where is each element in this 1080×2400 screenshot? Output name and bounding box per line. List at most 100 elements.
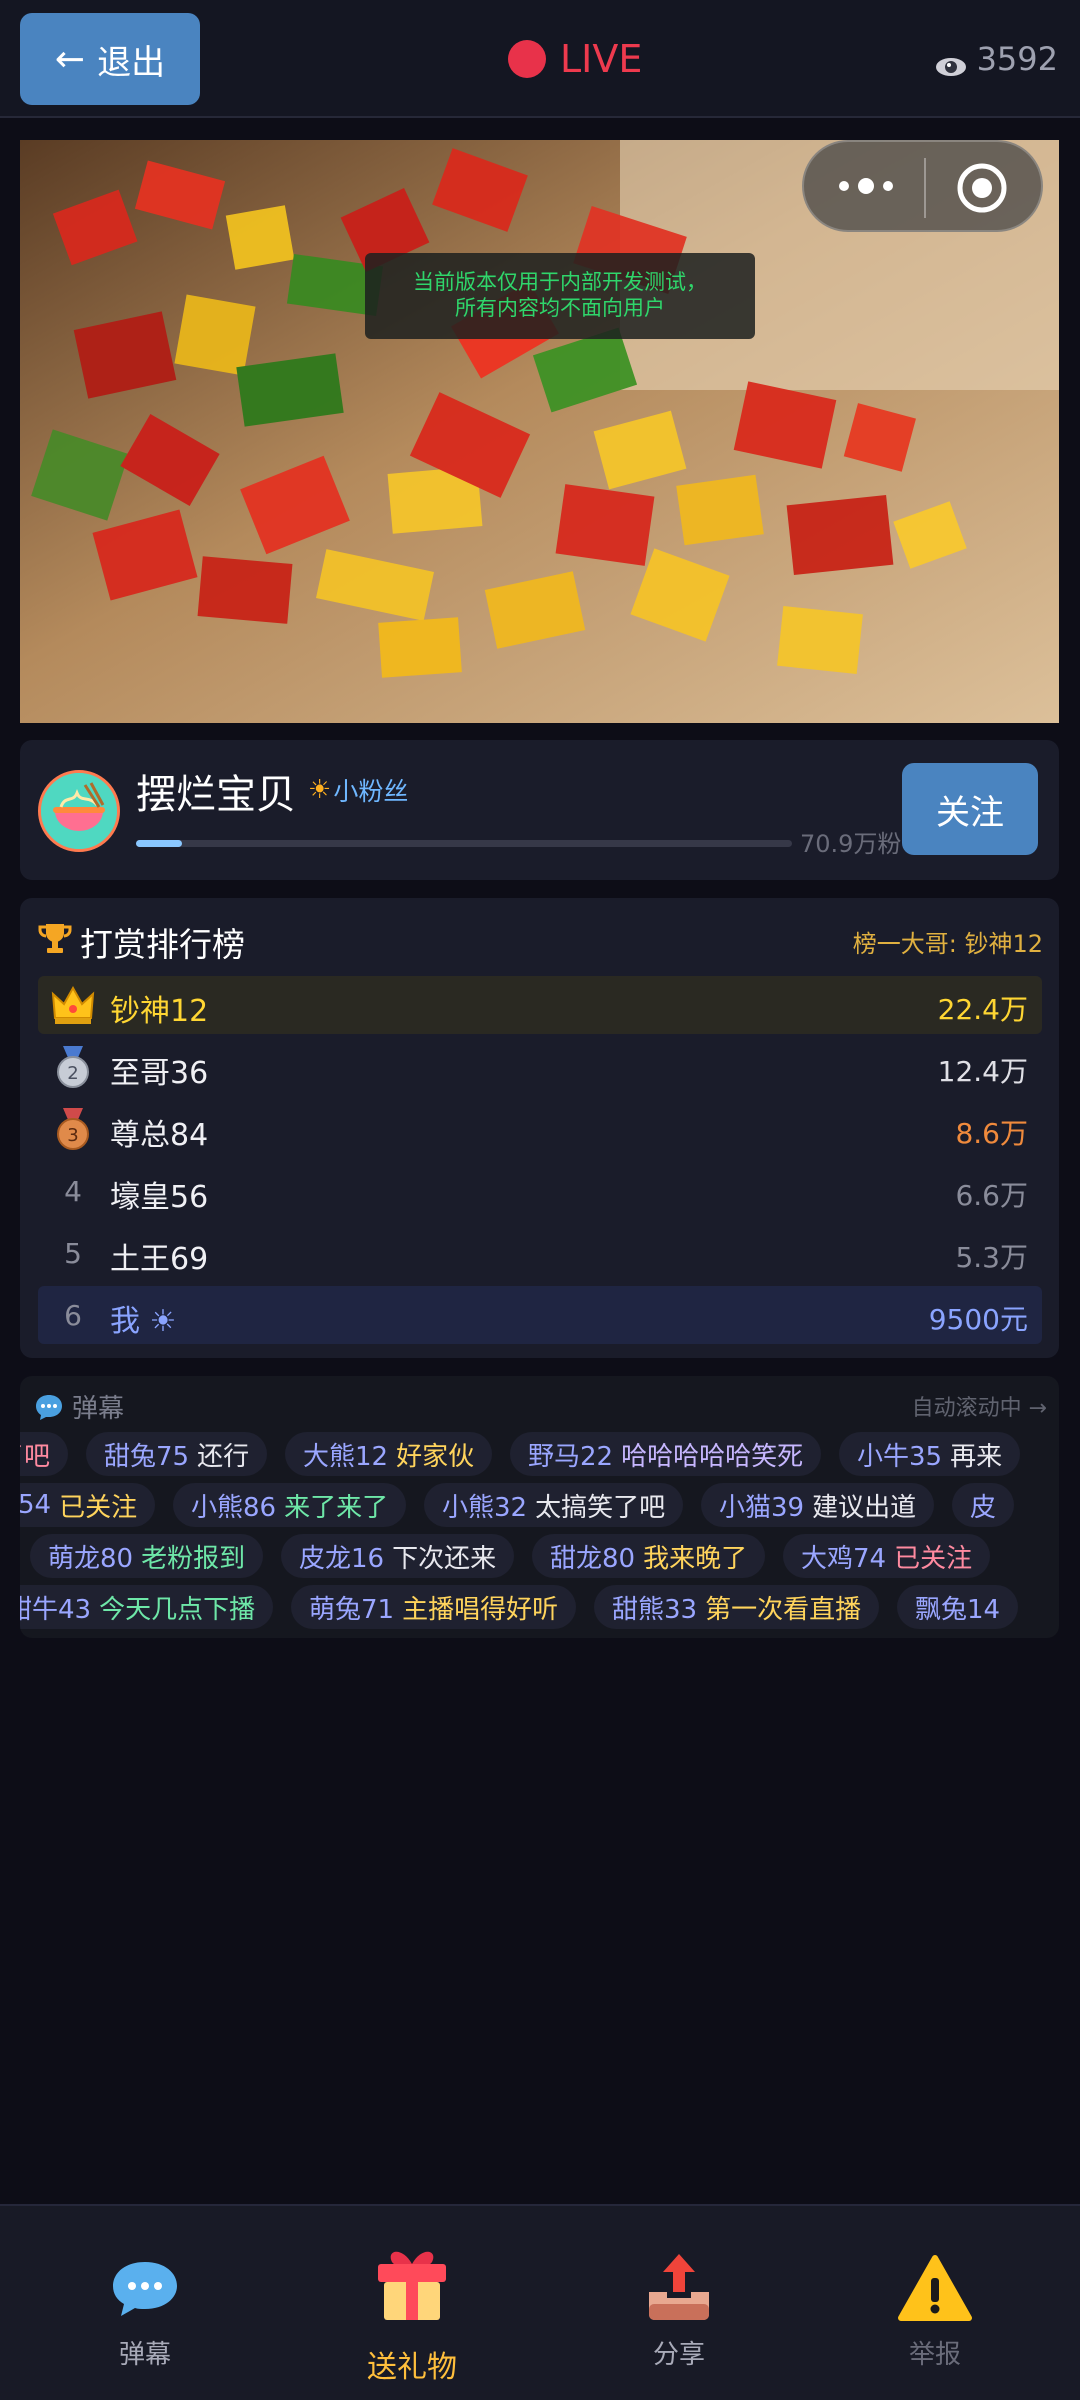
bottom-nav: 弹幕 送礼物 分享 举报: [0, 2204, 1080, 2400]
rank-row[interactable]: 4 壕皇56 6.6万: [38, 1162, 1042, 1220]
noodle-bowl-icon: [41, 773, 117, 849]
danmaku-message: 了吧: [20, 1432, 69, 1476]
trophy-icon: [38, 921, 72, 964]
danmaku-message: 甜龙80 我来晚了: [532, 1534, 766, 1578]
danmaku-header: 弹幕: [34, 1388, 124, 1425]
nav-send-gift[interactable]: 送礼物: [312, 2206, 512, 2400]
nav-danmaku[interactable]: 弹幕: [45, 2206, 245, 2400]
danmaku-message: 大鸡74 已关注: [783, 1534, 991, 1578]
fan-progress-bar: [136, 840, 792, 847]
eye-icon: [935, 48, 967, 76]
dev-notice-line1: 当前版本仅用于内部开发测试，: [413, 270, 707, 294]
nav-send-gift-label: 送礼物: [367, 2350, 457, 2385]
more-icon[interactable]: [836, 174, 896, 198]
danmaku-message: 飘兔14: [897, 1585, 1019, 1629]
danmaku-user: 小熊32: [442, 1492, 528, 1523]
rank-user: 钞神12: [110, 994, 209, 1029]
rank-row[interactable]: 3 尊总84 8.6万: [38, 1100, 1042, 1158]
viewer-count: 3592: [935, 36, 1058, 82]
danmaku-text: 老粉报到: [141, 1543, 246, 1574]
rank-amount: 8.6万: [955, 1117, 1028, 1150]
live-dot-icon: [508, 40, 546, 78]
ranking-title: 打赏排行榜: [38, 918, 245, 966]
danmaku-message: 54 已关注: [20, 1483, 156, 1527]
danmaku-message: 小猫39 建议出道: [701, 1483, 935, 1527]
live-indicator: LIVE: [508, 36, 642, 82]
tip-ranking-panel: 打赏排行榜 榜一大哥: 钞神12 钞神12 22.4万 2 至哥36 12.4万…: [20, 898, 1059, 1358]
exit-label: 退出: [97, 42, 166, 83]
danmaku-message: 小牛35 再来: [839, 1432, 1021, 1476]
danmaku-text: 我来晚了: [643, 1543, 748, 1574]
miniprogram-capsule: [802, 140, 1043, 232]
danmaku-text: 了吧: [20, 1441, 51, 1472]
danmaku-user: 野马22: [528, 1441, 614, 1472]
rank-amount: 22.4万: [937, 993, 1028, 1026]
rank-amount: 6.6万: [955, 1179, 1028, 1212]
follow-button[interactable]: 关注: [902, 763, 1038, 855]
silver-medal-icon: 2: [50, 1044, 96, 1090]
danmaku-user: 萌龙80: [48, 1543, 134, 1574]
fan-count: 70.9万粉: [800, 830, 902, 858]
live-label: LIVE: [560, 37, 643, 81]
danmaku-user: 萌兔71: [309, 1594, 395, 1625]
rank-row[interactable]: 5 土王69 5.3万: [38, 1224, 1042, 1282]
danmaku-text: 已关注: [894, 1543, 973, 1574]
danmaku-text: 好家伙: [396, 1441, 475, 1472]
danmaku-user: 甜熊33: [612, 1594, 698, 1625]
rank-user: 尊总84: [110, 1118, 209, 1153]
danmaku-message: 大熊12 好家伙: [285, 1432, 493, 1476]
rank-row-me[interactable]: 6 我 ☀ 9500元: [38, 1286, 1042, 1344]
nav-share-label: 分享: [652, 2340, 705, 2370]
rank-user: 壕皇56: [110, 1180, 209, 1215]
dev-notice-line2: 所有内容均不面向用户: [455, 296, 665, 320]
danmaku-message: 皮龙16 下次还来: [281, 1534, 515, 1578]
rank-row[interactable]: 2 至哥36 12.4万: [38, 1038, 1042, 1096]
arrow-left-icon: ←: [54, 38, 86, 80]
rank-position: 6: [64, 1298, 82, 1332]
fan-badge-label: 小粉丝: [333, 777, 409, 806]
streamer-avatar[interactable]: [38, 770, 120, 852]
rank-user: 土王69: [110, 1242, 209, 1277]
danmaku-user: 皮: [970, 1492, 997, 1523]
danmaku-user: 甜牛43: [20, 1594, 92, 1625]
danmaku-text: 哈哈哈哈哈笑死: [621, 1441, 804, 1472]
chat-bubble-icon: [36, 1394, 62, 1420]
nav-share[interactable]: 分享: [579, 2206, 779, 2400]
danmaku-user: 小熊86: [191, 1492, 277, 1523]
danmaku-message: 野马22 哈哈哈哈哈笑死: [510, 1432, 822, 1476]
sun-icon: ☀: [308, 775, 332, 805]
danmaku-user: 大鸡74: [801, 1543, 887, 1574]
danmaku-user: 小猫39: [719, 1492, 805, 1523]
streamer-card: 摆烂宝贝 ☀ 小粉丝 70.9万粉 关注: [20, 740, 1059, 880]
danmaku-user: 飘兔14: [915, 1594, 1001, 1625]
exit-button[interactable]: ← 退出: [20, 13, 200, 105]
svg-text:2: 2: [67, 1063, 78, 1084]
danmaku-message: 甜牛43今天几点下播: [20, 1585, 274, 1629]
rank-user: 我 ☀: [110, 1304, 177, 1339]
rank-row[interactable]: 钞神12 22.4万: [38, 976, 1042, 1034]
chat-bubble-icon: [113, 2262, 177, 2316]
danmaku-text: 下次还来: [392, 1543, 497, 1574]
danmaku-user: 皮龙16: [299, 1543, 385, 1574]
target-icon[interactable]: [956, 162, 1008, 214]
danmaku-user: 甜龙80: [550, 1543, 636, 1574]
danmaku-text: 主播唱得好听: [402, 1594, 559, 1625]
danmaku-message: 萌兔71 主播唱得好听: [291, 1585, 577, 1629]
danmaku-user: 甜兔75: [104, 1441, 190, 1472]
danmaku-title: 弹幕: [72, 1394, 125, 1424]
danmaku-message: 小熊86 来了来了: [173, 1483, 407, 1527]
svg-text:3: 3: [67, 1125, 78, 1146]
danmaku-text: 今天几点下播: [99, 1594, 256, 1625]
auto-scroll-indicator[interactable]: 自动滚动中 →: [912, 1390, 1047, 1422]
danmaku-text: 已关注: [59, 1492, 138, 1523]
danmaku-text: 太搞笑了吧: [535, 1492, 666, 1523]
viewer-count-value: 3592: [976, 40, 1058, 78]
nav-report[interactable]: 举报: [835, 2206, 1035, 2400]
danmaku-text: 来了来了: [284, 1492, 389, 1523]
top-bar: ← 退出 LIVE 3592: [0, 0, 1080, 118]
nav-report-label: 举报: [908, 2340, 961, 2370]
rank-amount: 9500元: [928, 1303, 1028, 1336]
ranking-title-text: 打赏排行榜: [80, 925, 245, 964]
danmaku-message: 小熊32 太搞笑了吧: [424, 1483, 684, 1527]
danmaku-message: 萌龙80 老粉报到: [30, 1534, 264, 1578]
